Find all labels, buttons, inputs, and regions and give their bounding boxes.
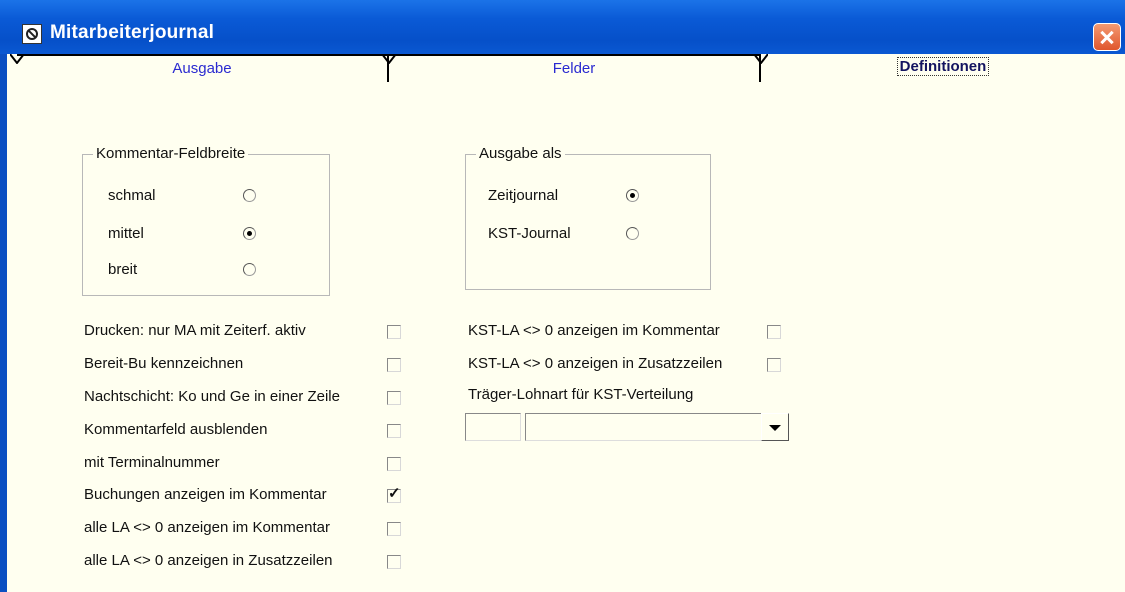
check-label-drucken: Drucken: nur MA mit Zeiterf. aktiv — [84, 322, 306, 339]
ausgabe-als-legend: Ausgabe als — [476, 145, 565, 162]
app-icon — [22, 24, 42, 44]
checkbox-kst-zusatzzeilen[interactable] — [767, 358, 781, 372]
radio-label-zeitjournal: Zeitjournal — [488, 187, 559, 204]
checkbox-kst-kommentar[interactable] — [767, 325, 781, 339]
traeger-name-field[interactable] — [525, 413, 761, 441]
dropdown-arrow-button[interactable] — [761, 413, 789, 441]
radio-mittel[interactable] — [243, 227, 256, 240]
radio-breit[interactable] — [243, 263, 256, 276]
checkbox-buchungen[interactable]: ✓ — [387, 485, 401, 503]
ausgabe-als-group: Ausgabe als — [465, 145, 711, 290]
check-label-la-zusatzzeilen: alle LA <> 0 anzeigen in Zusatzzeilen — [84, 552, 333, 569]
radio-label-mittel: mittel — [108, 225, 144, 242]
check-label-kst-kommentar: KST-LA <> 0 anzeigen im Kommentar — [468, 322, 720, 339]
checkbox-la-zusatzzeilen[interactable] — [387, 555, 401, 569]
checkbox-kommentarfeld[interactable] — [387, 424, 401, 438]
checkbox-nachtschicht[interactable] — [387, 391, 401, 405]
radio-label-breit: breit — [108, 261, 138, 278]
tab-notch — [10, 54, 24, 64]
tab-felder[interactable]: Felder — [389, 54, 761, 82]
window: Mitarbeiterjournal Ausgabe Felder Defini… — [0, 0, 1125, 592]
check-label-nachtschicht: Nachtschicht: Ko und Ge in einer Zeile — [84, 388, 340, 405]
kommentar-feldbreite-legend: Kommentar-Feldbreite — [93, 145, 249, 162]
tab-notch — [754, 54, 768, 64]
tab-strip: Ausgabe Felder Definitionen — [7, 54, 1125, 90]
checkbox-drucken[interactable] — [387, 325, 401, 339]
tab-content-definitionen: Kommentar-Feldbreite schmal mittel breit… — [7, 90, 1125, 592]
check-label-bereit-bu: Bereit-Bu kennzeichnen — [84, 355, 244, 372]
radio-schmal[interactable] — [243, 189, 256, 202]
tab-ausgabe[interactable]: Ausgabe — [17, 54, 389, 82]
traeger-code-field[interactable] — [465, 413, 521, 441]
check-label-la-kommentar: alle LA <> 0 anzeigen im Kommentar — [84, 519, 330, 536]
checkbox-bereit-bu[interactable] — [387, 358, 401, 372]
checkmark-icon: ✓ — [388, 485, 401, 502]
traeger-lohnart-label: Träger-Lohnart für KST-Verteilung — [468, 386, 694, 403]
radio-label-kst-journal: KST-Journal — [488, 225, 571, 242]
check-label-kommentarfeld: Kommentarfeld ausblenden — [84, 421, 268, 438]
radio-kst-journal[interactable] — [626, 227, 639, 240]
radio-label-schmal: schmal — [108, 187, 156, 204]
check-label-buchungen: Buchungen anzeigen im Kommentar — [84, 486, 327, 503]
tab-definitionen[interactable]: Definitionen — [761, 54, 1125, 82]
check-label-terminalnummer: mit Terminalnummer — [84, 454, 220, 471]
radio-zeitjournal[interactable] — [626, 189, 639, 202]
window-title: Mitarbeiterjournal — [50, 22, 215, 43]
checkbox-terminalnummer[interactable] — [387, 457, 401, 471]
close-button[interactable] — [1093, 23, 1121, 51]
title-bar: Mitarbeiterjournal — [0, 0, 1125, 54]
checkbox-la-kommentar[interactable] — [387, 522, 401, 536]
window-border — [0, 54, 7, 592]
tab-notch — [382, 54, 396, 64]
check-label-kst-zusatzzeilen: KST-LA <> 0 anzeigen in Zusatzzeilen — [468, 355, 723, 372]
tab-definitionen-label: Definitionen — [896, 57, 990, 76]
